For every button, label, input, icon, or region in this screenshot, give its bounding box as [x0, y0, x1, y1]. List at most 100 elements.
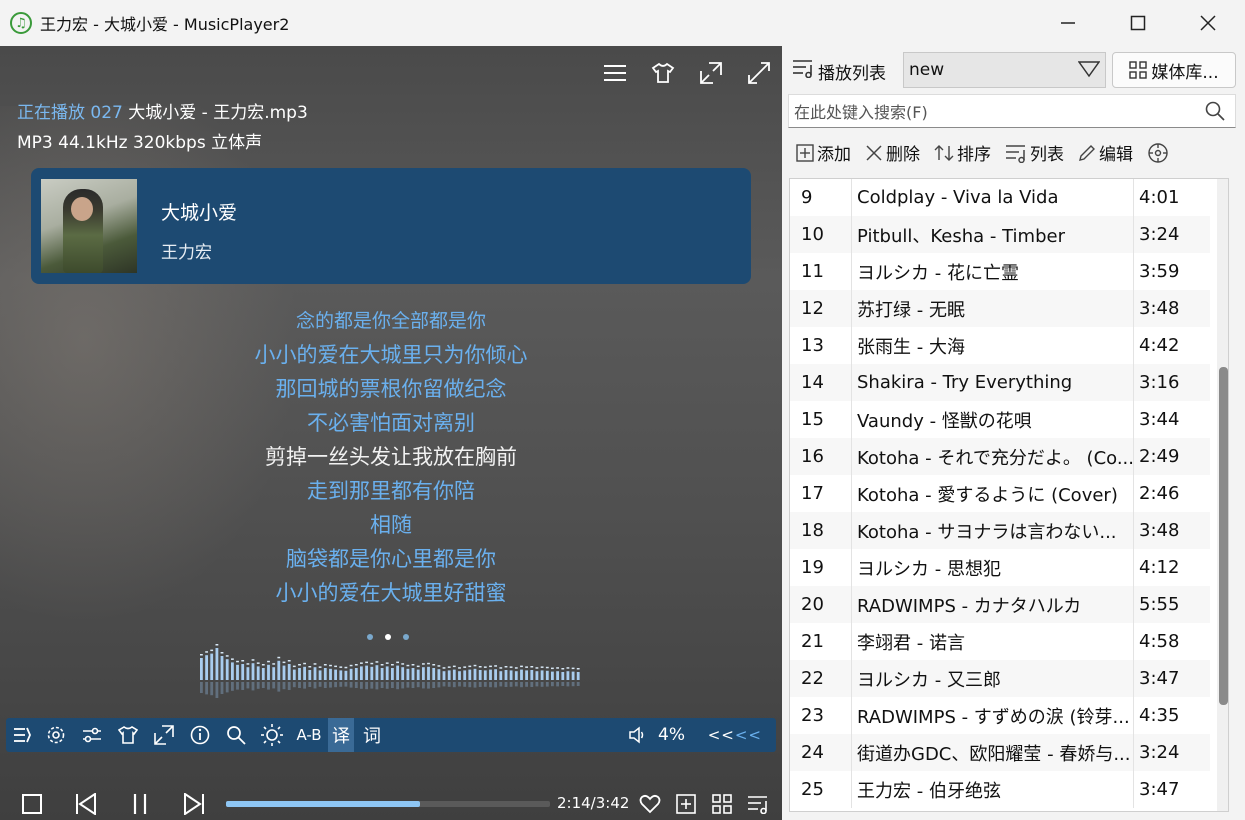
spectrum-peak	[452, 665, 456, 668]
spectrum-peak	[236, 660, 239, 663]
favorite-button[interactable]	[633, 787, 667, 820]
spectrum-reflection	[416, 682, 420, 688]
playlist-row[interactable]: 18 Kotoha - サヨナラは言わない... 3:48	[790, 512, 1210, 549]
search-icon[interactable]	[1205, 101, 1225, 126]
track-title: Vaundy - 怪獣の花唄	[852, 401, 1134, 438]
spectrum-bar	[349, 668, 353, 680]
media-library-button[interactable]	[705, 787, 739, 820]
spectrum-peak	[215, 644, 219, 646]
playlist-row[interactable]: 10 Pitbull、Kesha - Timber 3:24	[790, 216, 1210, 253]
song-title: 大城小爱	[161, 202, 238, 224]
spectrum-peak	[385, 662, 389, 664]
minimize-button[interactable]	[1033, 0, 1103, 46]
track-duration: 3:44	[1139, 409, 1180, 430]
playlist-row[interactable]: 17 Kotoha - 愛するように (Cover) 2:46	[790, 475, 1210, 512]
track-number: 11	[790, 253, 852, 290]
show-playlist-button[interactable]	[741, 787, 775, 820]
volume-control[interactable]: 4%	[628, 718, 685, 752]
pause-button[interactable]	[123, 787, 157, 820]
delete-label: 删除	[886, 145, 920, 165]
menu-icon[interactable]	[602, 60, 628, 86]
add-to-playlist-button[interactable]	[669, 787, 703, 820]
spectrum-peak	[432, 664, 436, 666]
spectrum-peak	[277, 656, 281, 659]
collapse-arrows[interactable]: << <<	[708, 718, 762, 752]
playlist-toggle-icon[interactable]	[6, 718, 38, 752]
sun-brightness-icon[interactable]	[254, 718, 290, 752]
spectrum-reflection	[256, 682, 260, 689]
track-duration: 4:01	[1139, 187, 1180, 208]
ab-repeat-button[interactable]: A-B	[290, 718, 328, 752]
playlist-row[interactable]: 20 RADWIMPS - カナタハルカ 5:55	[790, 586, 1210, 623]
playlist-row[interactable]: 12 苏打绿 - 无眠 3:48	[790, 290, 1210, 327]
playlist-row[interactable]: 22 ヨルシカ - 又三郎 3:47	[790, 660, 1210, 697]
playlist-table[interactable]: 25 王力宏 - 伯牙绝弦 3:47 24 街道办GDC、欧阳耀莹 - 春娇与... 3:…	[789, 178, 1229, 812]
playlist-row[interactable]: 25 王力宏 - 伯牙绝弦 3:47	[790, 771, 1210, 808]
playlist-row[interactable]: 15 Vaundy - 怪獣の花唄 3:44	[790, 401, 1210, 438]
skin-shirt-icon[interactable]	[110, 718, 146, 752]
spectrum-peak	[551, 667, 554, 670]
playlist-row[interactable]: 21 李翊君 - 诺言 4:58	[790, 623, 1210, 660]
spectrum-peak	[231, 658, 234, 660]
add-button[interactable]: 添加	[796, 140, 851, 165]
spectrum-reflection	[396, 682, 399, 690]
track-title: 街道办GDC、欧阳耀莹 - 春娇与...	[852, 734, 1134, 771]
spectrum-reflection	[406, 682, 410, 688]
playlist-row[interactable]: 19 ヨルシカ - 思想犯 4:12	[790, 549, 1210, 586]
settings-gear-icon[interactable]	[38, 718, 74, 752]
spectrum-reflection	[360, 682, 363, 689]
track-title: RADWIMPS - すずめの涙 (铃芽...	[852, 697, 1134, 734]
track-duration: 4:35	[1139, 705, 1180, 726]
progress-bar[interactable]	[226, 801, 550, 807]
delete-button[interactable]: 删除	[865, 140, 920, 165]
stop-button[interactable]	[15, 787, 49, 820]
previous-button[interactable]	[69, 787, 103, 820]
playlist-select[interactable]: new	[903, 52, 1106, 88]
spectrum-peak	[292, 665, 296, 668]
playlist-row[interactable]: 11 ヨルシカ - 花に亡霊 3:59	[790, 253, 1210, 290]
lyric-line: 不必害怕面对离别	[307, 411, 475, 435]
mini-mode-icon[interactable]	[146, 718, 182, 752]
search-input[interactable]: 在此处键入搜索(F)	[788, 94, 1236, 128]
translate-button[interactable]: 译	[328, 718, 354, 752]
locate-button[interactable]	[1147, 142, 1169, 164]
playlist-row[interactable]: 14 Shakira - Try Everything 3:16	[790, 364, 1210, 401]
media-library-button[interactable]: 媒体库...	[1112, 52, 1236, 88]
lyric-line-current: 剪掉一丝头发让我放在胸前	[265, 445, 517, 469]
info-icon[interactable]	[182, 718, 218, 752]
playlist-row[interactable]: 9 Coldplay - Viva la Vida 4:01	[790, 179, 1210, 216]
list-label: 列表	[1030, 145, 1064, 165]
spectrum-bar	[437, 669, 441, 680]
scrollbar-thumb[interactable]	[1219, 367, 1228, 705]
spectrum-peak	[261, 664, 265, 666]
spectrum-reflection	[514, 682, 518, 687]
list-button[interactable]: 列表	[1005, 140, 1064, 165]
maximize-button[interactable]	[1103, 0, 1173, 46]
track-title: Coldplay - Viva la Vida	[852, 179, 1134, 216]
close-button[interactable]	[1173, 0, 1243, 46]
edit-button[interactable]: 编辑	[1078, 140, 1133, 165]
skin-shirt-icon[interactable]	[650, 60, 676, 86]
track-number: 12	[790, 290, 852, 327]
track-duration: 2:49	[1139, 446, 1180, 467]
track-number: 14	[790, 364, 852, 401]
spectrum-reflection	[422, 682, 425, 689]
playlist-row[interactable]: 24 街道办GDC、欧阳耀莹 - 春娇与... 3:24	[790, 734, 1210, 771]
search-icon[interactable]	[218, 718, 254, 752]
track-number: 21	[790, 623, 852, 660]
equalizer-icon[interactable]	[74, 718, 110, 752]
spectrum-reflection	[344, 682, 348, 687]
mini-mode-icon[interactable]	[698, 60, 724, 86]
playlist-row[interactable]: 13 张雨生 - 大海 4:42	[790, 327, 1210, 364]
sort-button[interactable]: 排序	[934, 140, 991, 165]
next-button[interactable]	[177, 787, 211, 820]
lyric-button[interactable]: 词	[354, 718, 390, 752]
track-number: 9	[790, 179, 852, 216]
spectrum-bar	[442, 671, 446, 680]
fullscreen-icon[interactable]	[746, 60, 772, 86]
track-number: 13	[790, 327, 852, 364]
playlist-row[interactable]: 23 RADWIMPS - すずめの涙 (铃芽... 4:35	[790, 697, 1210, 734]
spectrum-reflection	[365, 682, 368, 690]
spectrum-reflection	[489, 682, 492, 688]
playlist-row[interactable]: 16 Kotoha - それで充分だよ。 (Co... 2:49	[790, 438, 1210, 475]
